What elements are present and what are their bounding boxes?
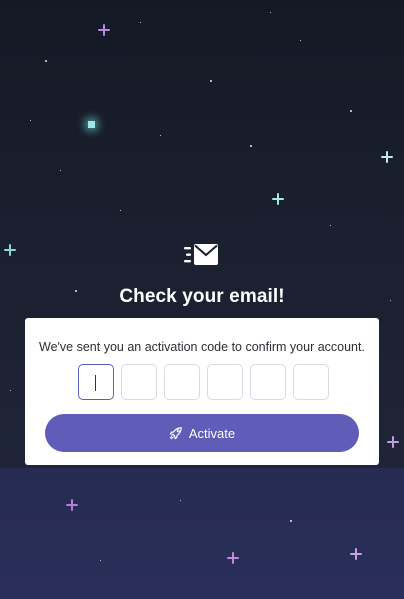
sparkle-star-icon xyxy=(98,24,110,36)
star xyxy=(180,500,181,501)
star xyxy=(290,520,292,522)
sparkle-star-icon xyxy=(66,499,78,511)
activation-card: We've sent you an activation code to con… xyxy=(25,318,379,465)
code-digit-5[interactable] xyxy=(250,364,286,400)
sparkle-star-icon xyxy=(227,552,239,564)
star xyxy=(30,120,31,121)
star xyxy=(60,170,61,171)
sparkle-star-icon xyxy=(350,548,362,560)
star xyxy=(100,560,101,561)
star xyxy=(250,145,252,147)
star xyxy=(330,225,331,226)
star xyxy=(120,210,121,211)
star xyxy=(45,60,47,62)
sparkle-star-icon xyxy=(387,436,399,448)
star xyxy=(210,80,212,82)
activation-code-inputs xyxy=(78,364,329,400)
page-header: Check your email! xyxy=(0,243,404,308)
code-digit-3[interactable] xyxy=(164,364,200,400)
code-digit-1[interactable] xyxy=(78,364,114,400)
sparkle-star-icon xyxy=(381,151,393,163)
activation-message: We've sent you an activation code to con… xyxy=(39,340,365,354)
sparkle-star-icon xyxy=(272,193,284,205)
activate-button-label: Activate xyxy=(188,425,236,441)
code-digit-6[interactable] xyxy=(293,364,329,400)
text-caret xyxy=(95,375,96,391)
code-digit-4[interactable] xyxy=(207,364,243,400)
page-title: Check your email! xyxy=(119,286,285,307)
background-lower-band xyxy=(0,468,404,599)
glowing-star xyxy=(88,121,95,128)
star xyxy=(350,110,352,112)
star xyxy=(160,135,161,136)
code-digit-2[interactable] xyxy=(121,364,157,400)
envelope-fast-icon xyxy=(184,244,218,265)
star xyxy=(270,12,271,13)
star xyxy=(140,22,141,23)
star xyxy=(10,390,11,391)
star xyxy=(300,40,301,41)
activate-button[interactable]: Activate xyxy=(45,414,359,452)
rocket-icon xyxy=(169,427,182,440)
